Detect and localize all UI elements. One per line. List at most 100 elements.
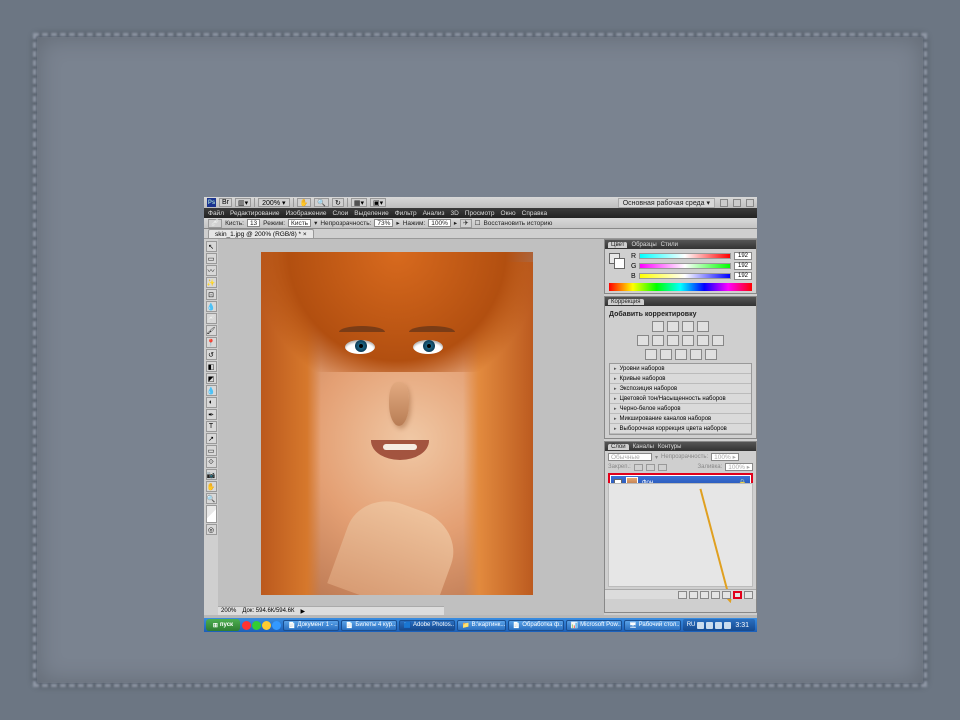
task-item[interactable]: 📁В:\картинк... [457,620,506,631]
start-button[interactable]: ⊞пуск [206,619,240,631]
gradient-tool-icon[interactable]: ◩ [206,373,217,384]
menu-window[interactable]: Окно [501,210,516,217]
preset-levels[interactable]: Уровни наборов [610,364,751,374]
fx-icon[interactable] [689,591,698,599]
task-item[interactable]: 🟦Adobe Photos... [399,620,456,631]
brush-size-field[interactable]: 13 [247,219,260,227]
document-tab[interactable]: skin_1.jpg @ 200% (RGB/8) * × [208,229,314,238]
zoom-tool-icon[interactable]: 🔍 [314,198,329,207]
tray-icon[interactable] [706,622,713,629]
preset-bw[interactable]: Черно-белое наборов [610,404,751,414]
dropdown-button[interactable]: ▥▾ [235,198,251,207]
blur-tool-icon[interactable]: 💧 [206,385,217,396]
photo-filter-icon[interactable] [697,335,709,346]
bridge-button[interactable]: Br [219,198,232,207]
preset-exposure[interactable]: Экспозиция наборов [610,384,751,394]
canvas-area[interactable]: 200% Док: 594.6К/594.6К ▶ [218,239,604,615]
color-balance-icon[interactable] [667,335,679,346]
tab-color[interactable]: Цвет [608,242,627,248]
brightness-icon[interactable] [652,321,664,332]
tab-paths[interactable]: Контуры [658,444,682,450]
mode-field[interactable]: Кисть [288,219,311,227]
history-brush-icon[interactable]: ↺ [206,349,217,360]
arrange-icon[interactable]: ▦▾ [351,198,367,207]
zoom-tool-icon[interactable]: 🔍 [206,493,217,504]
brush-tool-icon[interactable]: 🖌 [206,325,217,336]
type-tool-icon[interactable]: T [206,421,217,432]
b-slider[interactable] [639,273,731,279]
language-indicator[interactable]: RU [687,622,696,628]
tab-adjustments[interactable]: Коррекция [608,299,644,305]
wand-tool-icon[interactable]: ✨ [206,277,217,288]
airbrush-icon[interactable]: ✈ [460,219,471,228]
spectrum-picker[interactable] [609,283,752,291]
levels-icon[interactable] [667,321,679,332]
gradient-map-icon[interactable] [690,349,702,360]
ql-icon[interactable] [242,621,251,630]
lock-position-icon[interactable] [646,464,655,471]
menu-3d[interactable]: 3D [451,210,459,217]
task-item[interactable]: 🖥Рабочий стол... [624,620,681,631]
foreground-background-swatch[interactable] [609,253,625,269]
hand-tool-icon[interactable]: ✋ [206,481,217,492]
new-layer-icon[interactable] [733,591,742,599]
menu-layer[interactable]: Слои [332,210,348,217]
channel-mixer-icon[interactable] [712,335,724,346]
eraser-tool-icon[interactable]: ◧ [206,361,217,372]
menu-edit[interactable]: Редактирование [230,210,280,217]
menu-filter[interactable]: Фильтр [395,210,417,217]
shape-tool-icon[interactable]: ▭ [206,445,217,456]
minimize-icon[interactable] [720,199,728,207]
layer-opacity-field[interactable]: 100% ▸ [711,453,739,461]
lock-all-icon[interactable] [658,464,667,471]
tab-styles[interactable]: Стили [661,242,678,248]
task-item[interactable]: 📄Билеты 4 кур... [341,620,397,631]
group-icon[interactable] [722,591,731,599]
menu-select[interactable]: Выделение [354,210,388,217]
path-tool-icon[interactable]: ↗ [206,433,217,444]
preset-selective[interactable]: Выборочная коррекция цвета наборов [610,424,751,434]
crop-tool-icon[interactable]: ⊡ [206,289,217,300]
camera-tool-icon[interactable]: 📷 [206,469,217,480]
tray-icon[interactable] [715,622,722,629]
exposure-icon[interactable] [697,321,709,332]
invert-icon[interactable] [645,349,657,360]
adjustment-layer-icon[interactable] [711,591,720,599]
zoom-level[interactable]: 200% ▾ [258,198,289,207]
menu-view[interactable]: Просмотр [465,210,495,217]
color-swatches-icon[interactable] [206,505,217,523]
g-slider[interactable] [639,263,731,269]
g-value[interactable]: 192 [734,262,752,270]
tab-swatches[interactable]: Образцы [631,242,656,248]
task-item[interactable]: 📄Обработка ф... [508,620,564,631]
eyedropper-tool-icon[interactable]: 💧 [206,301,217,312]
opacity-field[interactable]: 73% [374,219,393,227]
hue-icon[interactable] [652,335,664,346]
lasso-tool-icon[interactable]: 〰 [206,265,217,276]
preset-channel[interactable]: Микширование каналов наборов [610,414,751,424]
workspace-switcher[interactable]: Основная рабочая среда ▾ [618,198,715,208]
delete-layer-icon[interactable] [744,591,753,599]
menu-image[interactable]: Изображение [286,210,327,217]
b-value[interactable]: 192 [734,272,752,280]
screen-mode-icon[interactable]: ▣▾ [370,198,386,207]
selective-color-icon[interactable] [705,349,717,360]
stamp-tool-icon[interactable]: 📍 [206,337,217,348]
menu-help[interactable]: Справка [522,210,548,217]
restore-icon[interactable] [733,199,741,207]
tab-channels[interactable]: Каналы [633,444,654,450]
flow-field[interactable]: 100% [428,219,451,227]
r-value[interactable]: 192 [734,252,752,260]
mask-icon[interactable] [700,591,709,599]
fill-field[interactable]: 100% ▸ [725,463,753,471]
link-layers-icon[interactable] [678,591,687,599]
menu-file[interactable]: Файл [208,210,224,217]
move-tool-icon[interactable]: ↖ [206,241,217,252]
preset-curves[interactable]: Кривые наборов [610,374,751,384]
blend-mode-field[interactable]: Обычные [608,453,652,461]
clock[interactable]: 3:31 [733,622,751,629]
3d-tool-icon[interactable]: ⟐ [206,457,217,468]
healing-tool-icon[interactable]: 🩹 [206,313,217,324]
ql-icon[interactable] [262,621,271,630]
ql-icon[interactable] [252,621,261,630]
